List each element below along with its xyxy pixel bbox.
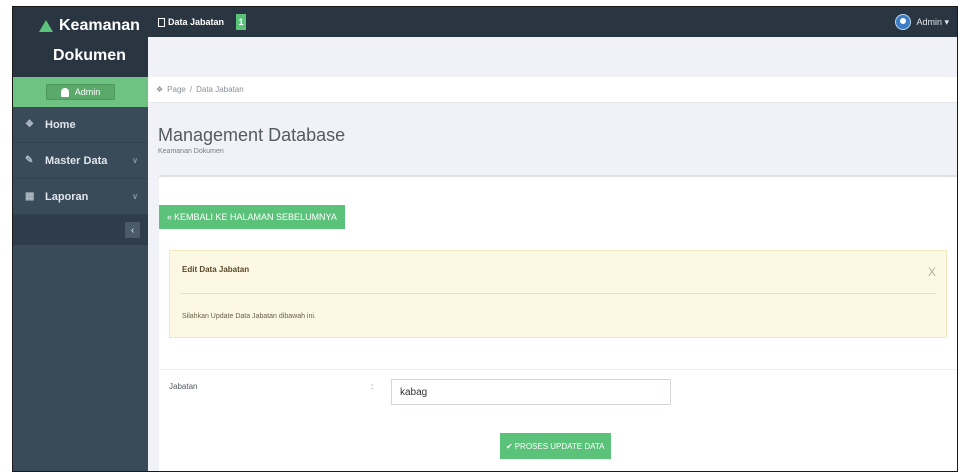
chevron-down-icon: ∨ xyxy=(132,156,138,165)
submit-button-label: PROSES UPDATE DATA xyxy=(514,441,605,451)
sidebar-item-master-data[interactable]: ✎ Master Data ∨ xyxy=(13,143,148,179)
chevron-down-icon: ∨ xyxy=(132,192,138,201)
main-content: Management Database Keamanan Dokumen « K… xyxy=(148,103,957,471)
user-menu-label: Admin ▾ xyxy=(916,16,949,27)
document-icon xyxy=(158,17,165,27)
logo-icon xyxy=(39,20,53,32)
sidebar-item-label: Laporan xyxy=(45,190,89,203)
avatar xyxy=(895,14,912,30)
sidebar-collapse-button[interactable]: ‹ xyxy=(125,222,140,238)
breadcrumb-current: Data Jabatan xyxy=(196,85,244,94)
page-subtitle: Keamanan Dokumen xyxy=(158,148,224,155)
breadcrumb-separator: / xyxy=(189,85,193,94)
divider xyxy=(180,293,936,294)
home-icon: ❖ xyxy=(156,85,164,94)
home-icon: ❖ xyxy=(25,119,34,130)
calendar-icon: ▦ xyxy=(25,191,35,202)
app-window: Keamanan Dokumen Admin ❖ Home ✎ Master D… xyxy=(12,6,958,472)
edit-icon: ✎ xyxy=(25,155,34,166)
notification-badge[interactable]: 1 xyxy=(236,14,247,30)
sidebar-item-label: Master Data xyxy=(45,154,108,167)
info-alert: Edit Data Jabatan X Silahkan Update Data… xyxy=(169,250,947,338)
user-icon xyxy=(60,87,69,97)
submit-update-button[interactable]: ✔ PROSES UPDATE DATA xyxy=(500,433,611,459)
back-button-label: KEMBALI KE HALAMAN SEBELUMNYA xyxy=(174,212,337,222)
close-icon[interactable]: X xyxy=(928,265,936,279)
breadcrumb-home[interactable]: Page xyxy=(167,85,186,94)
jabatan-label: Jabatan xyxy=(169,382,198,391)
edit-panel: « KEMBALI KE HALAMAN SEBELUMNYA Edit Dat… xyxy=(159,175,957,471)
field-colon: : xyxy=(371,382,374,391)
jabatan-input[interactable] xyxy=(391,379,671,405)
alert-title: Edit Data Jabatan xyxy=(182,265,250,274)
sidebar-collapse-bar: ‹ xyxy=(13,215,148,245)
sidebar-item-laporan[interactable]: ▦ Laporan ∨ xyxy=(13,179,148,215)
page-title: Management Database xyxy=(158,125,346,145)
user-box: Admin xyxy=(13,77,148,107)
breadcrumb: ❖ Page / Data Jabatan xyxy=(148,77,957,103)
alert-body: Silahkan Update Data Jabatan dibawah ini… xyxy=(182,313,316,320)
divider xyxy=(159,369,957,370)
back-button[interactable]: « KEMBALI KE HALAMAN SEBELUMNYA xyxy=(159,205,345,229)
brand[interactable]: Keamanan Dokumen xyxy=(13,7,148,77)
top-navbar: Data Jabatan 1 Admin ▾ xyxy=(148,7,957,37)
double-chevron-left-icon: « xyxy=(167,212,173,222)
brand-line2: Dokumen xyxy=(53,47,126,64)
user-label: Admin xyxy=(74,87,101,97)
tab-label: Data Jabatan xyxy=(168,17,225,27)
user-button[interactable]: Admin xyxy=(45,84,116,100)
sidebar: Keamanan Dokumen Admin ❖ Home ✎ Master D… xyxy=(13,7,148,471)
sidebar-item-home[interactable]: ❖ Home xyxy=(13,107,148,143)
user-menu[interactable]: Admin ▾ xyxy=(895,14,949,30)
tab-data-jabatan[interactable]: Data Jabatan xyxy=(158,17,224,27)
brand-line1: Keamanan xyxy=(59,17,140,34)
check-icon: ✔ xyxy=(506,441,513,451)
sidebar-item-label: Home xyxy=(45,118,76,131)
